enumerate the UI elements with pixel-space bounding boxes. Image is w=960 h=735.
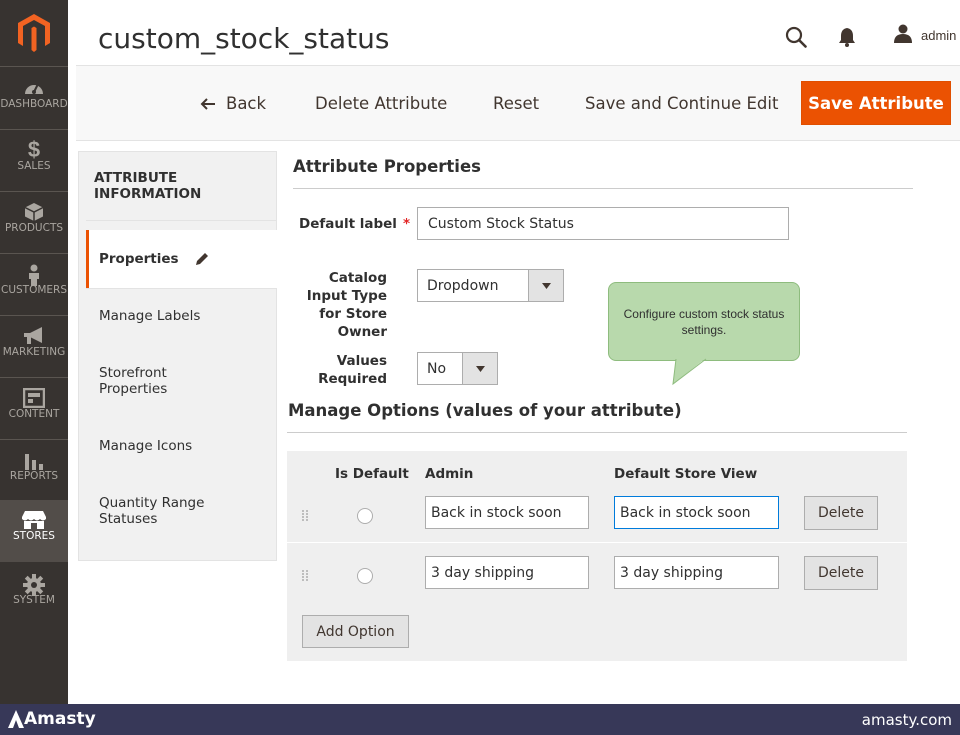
callout-tail [672,358,707,386]
amasty-logo: Amasty [8,709,96,729]
megaphone-icon [0,316,68,346]
tab-manage-labels[interactable]: Manage Labels [86,287,277,345]
chevron-down-icon [462,353,497,384]
search-icon[interactable] [785,26,807,53]
nav-marketing[interactable]: MARKETING [0,316,68,378]
admin-user-menu[interactable]: admin [893,24,956,46]
footer-site: amasty.com [861,711,952,729]
nav-label: PRODUCTS [4,222,64,234]
footer-brand: Amasty [24,709,96,729]
tab-storefront-properties[interactable]: Storefront Properties [86,352,277,410]
store-icon [0,500,68,530]
footer-bar: Amasty amasty.com [0,704,960,735]
back-label: Back [226,94,267,113]
magento-logo[interactable] [0,0,68,66]
nav-label: MARKETING [2,346,66,358]
option-admin-input[interactable]: Back in stock soon [425,496,589,529]
pencil-icon [195,252,209,266]
person-icon [0,254,68,286]
nav-system[interactable]: SYSTEM [0,564,68,626]
back-button[interactable]: Back [200,94,266,114]
options-grid: Is Default Admin Default Store View Back… [287,451,907,661]
page-actions-bar: Back Delete Attribute Reset Save and Con… [76,65,960,141]
is-default-radio[interactable] [357,568,373,584]
save-attribute-button[interactable]: Save Attribute [801,81,951,125]
page-title: custom_stock_status [98,22,390,55]
nav-label: CUSTOMERS [0,284,67,296]
row-divider [287,542,907,543]
dashboard-icon [0,68,68,98]
nav-label: CONTENT [8,408,60,420]
option-store-view-input[interactable]: 3 day shipping [614,556,779,589]
tab-label: Storefront Properties [99,365,168,397]
tab-properties[interactable]: Properties [86,230,277,288]
nav-label: STORES [13,530,55,542]
delete-option-button[interactable]: Delete [804,496,878,530]
catalog-input-type-select[interactable]: Dropdown [417,269,564,302]
catalog-input-type-label: Catalog Input Type for Store Owner [306,270,387,340]
nav-label: SYSTEM [13,594,55,606]
attribute-info-tabs: ATTRIBUTE INFORMATION Properties Manage … [78,151,277,561]
nav-dashboard[interactable]: DASHBOARD [0,68,68,130]
nav-sales[interactable]: $ SALES [0,130,68,192]
bar-chart-icon [0,440,68,470]
required-asterisk: * [402,216,410,232]
tab-label: Properties [99,251,179,267]
tabs-title: ATTRIBUTE INFORMATION [94,170,202,202]
tooltip-callout: Configure custom stock status settings. [608,282,800,361]
cube-icon [0,192,68,222]
nav-label: DASHBOARD [0,98,68,110]
manage-options-title: Manage Options (values of your attribute… [288,401,682,420]
select-value: No [427,360,447,377]
reset-button[interactable]: Reset [493,94,539,113]
layout-icon [0,378,68,409]
delete-option-button[interactable]: Delete [804,556,878,590]
section-divider [287,432,907,433]
nav-customers[interactable]: CUSTOMERS [0,254,68,316]
nav-label: REPORTS [9,470,59,482]
tab-label: Manage Labels [99,308,201,324]
values-required-label: Values Required [318,353,387,387]
tab-label: Manage Icons [99,438,193,454]
admin-username: admin [921,27,957,43]
admin-sidebar: DASHBOARD $ SALES PRODUCTS CUSTOMERS MAR… [0,0,68,704]
nav-products[interactable]: PRODUCTS [0,192,68,254]
notifications-bell-icon[interactable] [838,27,856,52]
nav-label: SALES [17,160,51,172]
delete-attribute-button[interactable]: Delete Attribute [315,94,447,113]
tab-quantity-range-statuses[interactable]: Quantity Range Statuses [86,482,277,540]
nav-stores[interactable]: STORES [0,500,68,562]
user-icon [893,24,913,46]
arrow-left-icon [200,95,216,114]
add-option-button[interactable]: Add Option [302,615,409,648]
save-and-continue-button[interactable]: Save and Continue Edit [585,94,778,113]
option-store-view-input[interactable]: Back in stock soon [614,496,779,529]
gear-icon [0,564,68,596]
dollar-icon: $ [27,137,41,162]
default-label-input[interactable]: Custom Stock Status [417,207,789,240]
drag-handle-icon[interactable] [301,509,309,528]
col-is-default: Is Default [335,466,409,482]
col-store-view: Default Store View [614,466,758,482]
amasty-mark-icon [8,710,24,728]
values-required-select[interactable]: No [417,352,498,385]
tab-manage-icons[interactable]: Manage Icons [86,417,277,475]
attribute-properties-title: Attribute Properties [293,157,481,176]
section-divider [293,188,913,189]
is-default-radio[interactable] [357,508,373,524]
default-label-label: Default label * [299,216,410,232]
tab-label: Quantity Range Statuses [99,495,205,527]
select-value: Dropdown [427,277,499,294]
chevron-down-icon [528,270,563,301]
nav-content[interactable]: CONTENT [0,378,68,440]
drag-handle-icon[interactable] [301,569,309,588]
nav-reports[interactable]: REPORTS [0,440,68,502]
option-admin-input[interactable]: 3 day shipping [425,556,589,589]
col-admin: Admin [425,466,474,482]
